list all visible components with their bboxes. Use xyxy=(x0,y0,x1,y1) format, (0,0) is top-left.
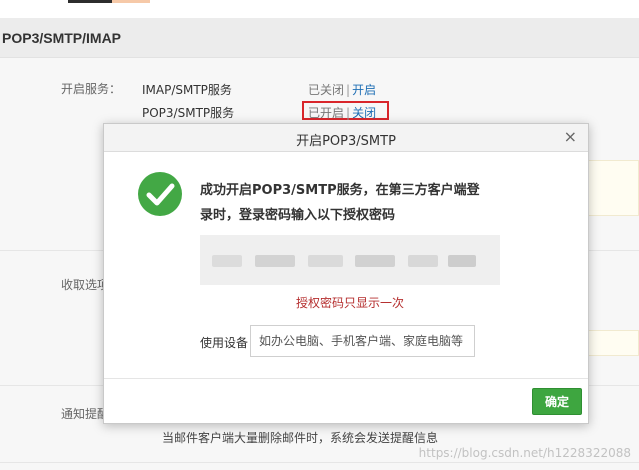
pop3-service-status: 已开启 | 关闭 xyxy=(308,106,377,120)
imap-enable-link[interactable]: 开启 xyxy=(352,83,376,97)
nav-accent-bar xyxy=(112,0,150,3)
success-message-line2: 录时，登录密码输入以下授权密码 xyxy=(200,208,396,223)
imap-service-status: 已关闭 | 开启 xyxy=(308,83,377,97)
notify-description: 当邮件客户端大量删除邮件时，系统会发送提醒信息 xyxy=(162,431,439,445)
receive-options-label: 收取选项 xyxy=(61,278,110,292)
dialog-header: 开启POP3/SMTP × xyxy=(104,124,588,152)
imap-status-text: 已关闭 xyxy=(308,83,345,97)
top-nav-strip xyxy=(0,0,639,18)
section-divider-3 xyxy=(0,462,639,463)
enable-pop3-dialog: 开启POP3/SMTP × 成功开启POP3/SMTP服务，在第三方客户端登 录… xyxy=(103,123,589,424)
auth-code-note: 授权密码只显示一次 xyxy=(295,296,404,310)
watermark: https://blog.csdn.net/h1228322088 xyxy=(418,446,631,460)
auth-code-box xyxy=(200,235,500,285)
section-header: POP3/SMTP/IMAP xyxy=(0,18,639,58)
section-title: POP3/SMTP/IMAP xyxy=(2,30,122,46)
confirm-button[interactable]: 确定 xyxy=(532,388,582,415)
pop3-status-text: 已开启 xyxy=(308,106,345,120)
pop3-service-name: POP3/SMTP服务 xyxy=(142,106,235,120)
device-label: 使用设备 xyxy=(200,336,249,350)
success-message-line1: 成功开启POP3/SMTP服务，在第三方客户端登 xyxy=(200,183,480,198)
device-input[interactable] xyxy=(250,325,475,357)
pop3-disable-link[interactable]: 关闭 xyxy=(352,106,376,120)
nav-active-bar xyxy=(68,0,112,3)
success-check-icon xyxy=(138,172,182,216)
notify-label: 通知提醒 xyxy=(61,407,110,421)
success-message: 成功开启POP3/SMTP服务，在第三方客户端登 录时，登录密码输入以下授权密码 xyxy=(200,178,520,228)
close-icon[interactable]: × xyxy=(564,127,577,147)
service-label: 开启服务： xyxy=(61,82,122,96)
dialog-title: 开启POP3/SMTP xyxy=(296,134,396,149)
dialog-footer-divider xyxy=(104,378,588,379)
imap-service-name: IMAP/SMTP服务 xyxy=(142,83,232,97)
